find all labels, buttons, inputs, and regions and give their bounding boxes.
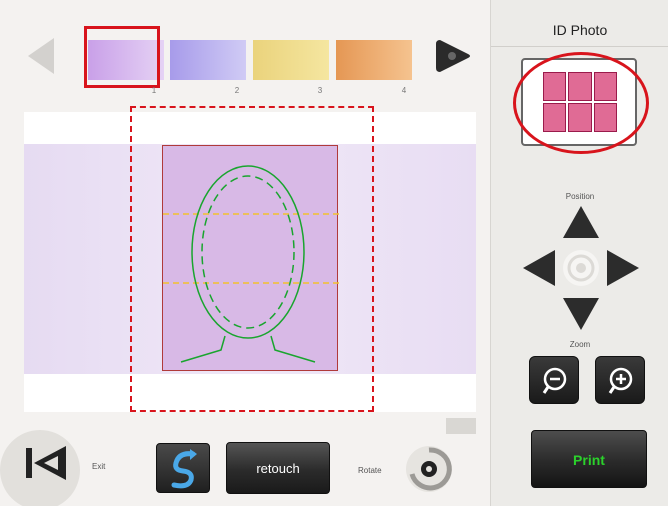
refresh-icon [171, 449, 197, 489]
handle-tab [446, 418, 476, 434]
swatch-number-3: 3 [317, 86, 323, 95]
rotate-button[interactable] [404, 444, 454, 494]
arrow-right-icon [607, 250, 639, 286]
zoom-label: Zoom [569, 340, 591, 349]
swatch-number-1: 1 [151, 86, 157, 95]
highlight-ring [513, 52, 649, 154]
retouch-button[interactable]: retouch [226, 442, 330, 494]
zoom-out-icon [542, 367, 567, 394]
divider [491, 46, 668, 47]
arrow-down-icon [563, 298, 599, 330]
move-down-button[interactable] [561, 294, 601, 334]
zoom-in-button[interactable] [595, 356, 645, 404]
move-right-button[interactable] [603, 248, 643, 288]
exit-button[interactable] [0, 430, 80, 506]
crop-frame[interactable] [130, 106, 374, 412]
move-left-button[interactable] [519, 248, 559, 288]
main-workspace: 1 2 3 4 Exit retouch Rotate [0, 0, 490, 506]
swatch-number-4: 4 [401, 86, 407, 95]
background-swatch-4[interactable] [336, 40, 412, 80]
swatch-selection-frame [84, 26, 160, 88]
zoom-out-button[interactable] [529, 356, 579, 404]
skip-back-icon [26, 446, 66, 480]
exit-label: Exit [92, 462, 106, 471]
position-label: Position [565, 192, 595, 201]
chevron-left-icon [28, 38, 54, 74]
rotate-icon [406, 446, 452, 492]
background-swatch-3[interactable] [253, 40, 329, 80]
swatch-number-2: 2 [234, 86, 240, 95]
center-target-icon [561, 248, 601, 288]
zoom-in-icon [608, 367, 633, 394]
chevron-right-icon [436, 40, 470, 72]
background-swatch-2[interactable] [170, 40, 246, 80]
arrow-left-icon [523, 250, 555, 286]
panel-title: ID Photo [552, 22, 608, 38]
move-up-button[interactable] [561, 202, 601, 242]
reset-button[interactable] [156, 443, 210, 493]
print-button[interactable]: Print [531, 430, 647, 488]
rotate-label: Rotate [358, 466, 382, 475]
right-panel: ID Photo Position Zoom Print [490, 0, 668, 506]
next-button[interactable] [432, 36, 472, 76]
previous-button[interactable] [22, 36, 62, 76]
arrow-up-icon [563, 206, 599, 238]
